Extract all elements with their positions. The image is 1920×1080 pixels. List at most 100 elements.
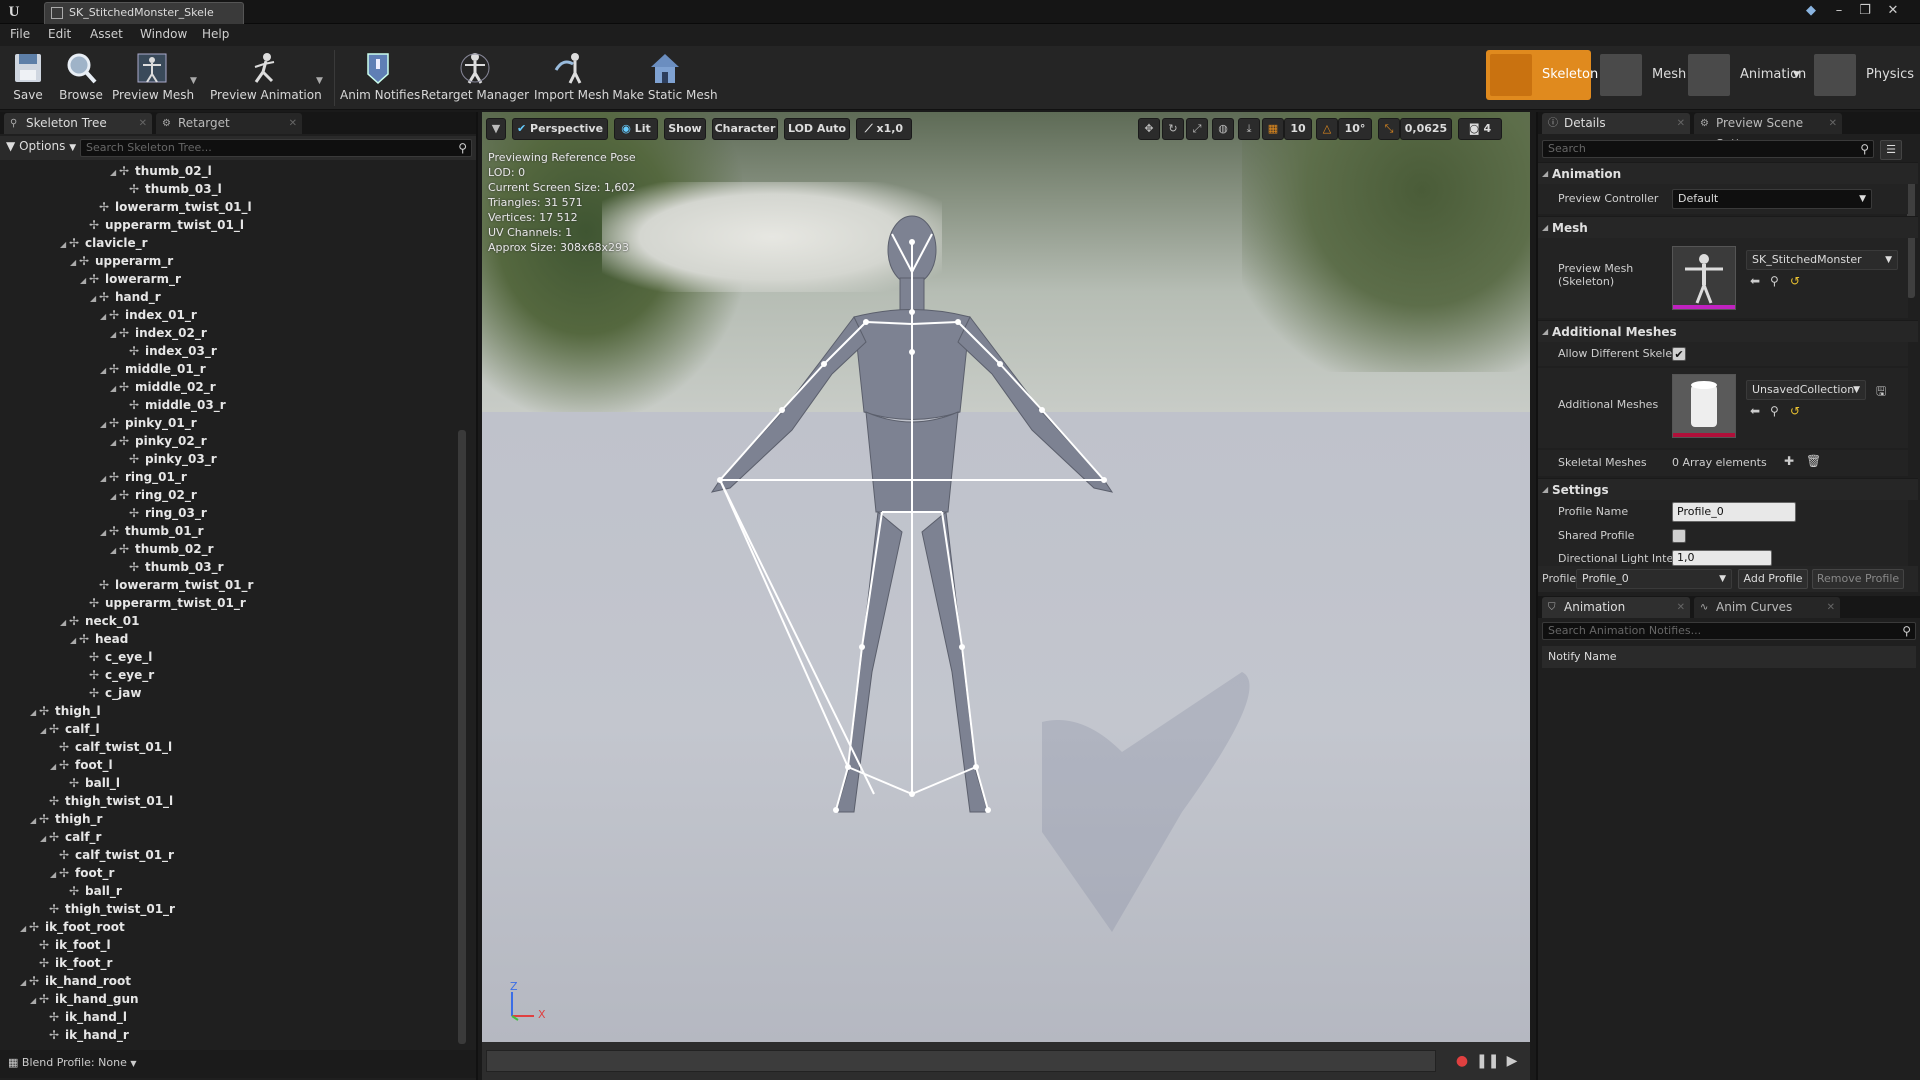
tree-row[interactable]: ✢ index_03_r: [120, 342, 217, 360]
tree-row[interactable]: ✢ ik_hand_l: [40, 1008, 127, 1026]
animation-mode-dropdown-icon[interactable]: ▼: [1793, 50, 1800, 100]
minimize-button[interactable]: –: [1828, 2, 1850, 20]
tree-row[interactable]: ✢ upperarm_twist_01_l: [80, 216, 244, 234]
save-button[interactable]: Save: [8, 48, 48, 108]
menu-edit[interactable]: Edit: [48, 27, 71, 41]
viewport-options-dropdown[interactable]: ▼: [486, 118, 506, 140]
grid-snap-icon[interactable]: ▦: [1262, 118, 1284, 140]
expand-arrow-icon[interactable]: ◢: [40, 722, 49, 740]
add-profile-button[interactable]: Add Profile: [1738, 569, 1808, 589]
reset-default-icon[interactable]: ↺: [1790, 274, 1800, 288]
trash-icon[interactable]: 🗑: [1806, 454, 1821, 468]
expand-arrow-icon[interactable]: ◢: [100, 308, 109, 326]
tree-row[interactable]: ◢ ✢ hand_r: [90, 288, 161, 306]
tree-row[interactable]: ◢ ✢ thigh_r: [30, 810, 102, 828]
translate-mode-icon[interactable]: ✥: [1138, 118, 1160, 140]
expand-arrow-icon[interactable]: ◢: [40, 830, 49, 848]
expand-arrow-icon[interactable]: ◢: [100, 470, 109, 488]
skeleton-tree-search-input[interactable]: Search Skeleton Tree... ⚲: [80, 139, 472, 157]
record-button[interactable]: ●: [1452, 1051, 1472, 1071]
remove-profile-button[interactable]: Remove Profile: [1812, 569, 1904, 589]
maximize-button[interactable]: ❐: [1854, 2, 1876, 20]
show-button[interactable]: Show: [664, 118, 706, 140]
blend-profile-dropdown[interactable]: ▦ Blend Profile: None ▼: [8, 1056, 137, 1069]
use-selected-arrow-icon[interactable]: ⬅: [1750, 274, 1760, 288]
tab-retarget-manager[interactable]: ⚙ Retarget Manager ✕: [156, 113, 302, 151]
browse-magnifier-icon[interactable]: ⚲: [1770, 274, 1779, 288]
tree-row[interactable]: ✢ pinky_03_r: [120, 450, 217, 468]
close-tab-icon[interactable]: ✕: [1677, 113, 1685, 134]
preview-controller-dropdown[interactable]: Default ▼: [1672, 189, 1872, 209]
preview-mesh-dropdown[interactable]: SK_StitchedMonster ▼: [1746, 250, 1898, 270]
preview-mesh-dropdown-icon[interactable]: ▼: [190, 76, 197, 86]
retarget-manager-button[interactable]: Retarget Manager: [420, 48, 530, 108]
tree-row[interactable]: ◢ ✢ thigh_l: [30, 702, 101, 720]
reset-default-icon[interactable]: ↺: [1790, 404, 1800, 418]
tree-row[interactable]: ◢ ✢ ik_hand_root: [20, 972, 131, 990]
expand-arrow-icon[interactable]: ◢: [100, 524, 109, 542]
tree-row[interactable]: ◢ ✢ pinky_02_r: [110, 432, 207, 450]
tree-row[interactable]: ✢ calf_twist_01_r: [50, 846, 174, 864]
camera-speed-button[interactable]: ◙ 4: [1458, 118, 1502, 140]
tree-row[interactable]: ✢ ik_foot_r: [30, 954, 112, 972]
preview-mesh-thumbnail[interactable]: [1672, 246, 1736, 310]
tree-row[interactable]: ✢ ball_r: [60, 882, 122, 900]
browse-magnifier-icon[interactable]: ⚲: [1770, 404, 1779, 418]
expand-arrow-icon[interactable]: ◢: [20, 920, 29, 938]
profile-name-input[interactable]: Profile_0: [1672, 502, 1796, 522]
options-dropdown[interactable]: ▼ Options ▼: [6, 139, 76, 157]
tree-row[interactable]: ✢ c_jaw: [80, 684, 141, 702]
expand-arrow-icon[interactable]: ◢: [100, 362, 109, 380]
tree-row[interactable]: ◢ ✢ ring_01_r: [100, 468, 187, 486]
close-tab-icon[interactable]: ✕: [139, 113, 147, 134]
expand-arrow-icon[interactable]: ◢: [110, 488, 119, 506]
section-settings[interactable]: ◢ Settings: [1538, 478, 1918, 500]
menu-help[interactable]: Help: [202, 27, 229, 41]
menu-file[interactable]: File: [10, 27, 30, 41]
lod-button[interactable]: LOD Auto: [784, 118, 850, 140]
expand-arrow-icon[interactable]: ◢: [60, 236, 69, 254]
menu-window[interactable]: Window: [140, 27, 187, 41]
preview-animation-button[interactable]: Preview Animation: [210, 48, 322, 108]
pause-button[interactable]: ❚❚: [1476, 1051, 1499, 1071]
profile-dropdown[interactable]: Profile_0 ▼: [1576, 569, 1732, 589]
additional-meshes-thumbnail[interactable]: [1672, 374, 1736, 438]
expand-arrow-icon[interactable]: ◢: [110, 434, 119, 452]
tab-animation-notifies[interactable]: ⛉ Animation Notifies ✕: [1542, 597, 1690, 635]
view-options-icon[interactable]: ☰: [1880, 140, 1902, 160]
expand-arrow-icon[interactable]: ◢: [30, 812, 39, 830]
skeleton-tree-scrollbar[interactable]: [458, 430, 466, 1044]
source-control-icon[interactable]: ◆: [1800, 2, 1822, 20]
tree-row[interactable]: ◢ ✢ foot_l: [50, 756, 113, 774]
expand-arrow-icon[interactable]: ◢: [60, 614, 69, 632]
tree-row[interactable]: ✢ lowerarm_twist_01_r: [90, 576, 253, 594]
close-tab-icon[interactable]: ✕: [1827, 597, 1835, 618]
character-preview-mesh[interactable]: [482, 112, 1530, 1042]
tree-row[interactable]: ◢ ✢ index_01_r: [100, 306, 197, 324]
close-window-button[interactable]: ✕: [1882, 2, 1904, 20]
expand-arrow-icon[interactable]: ◢: [90, 290, 99, 308]
tree-row[interactable]: ✢ c_eye_r: [80, 666, 154, 684]
close-tab-icon[interactable]: ✕: [289, 113, 297, 134]
mode-skeleton-button[interactable]: Skeleton: [1486, 50, 1598, 100]
add-element-icon[interactable]: ✚: [1784, 454, 1794, 468]
rotate-mode-icon[interactable]: ↻: [1162, 118, 1184, 140]
section-mesh[interactable]: ◢ Mesh: [1538, 216, 1918, 238]
expand-arrow-icon[interactable]: ◢: [110, 542, 119, 560]
expand-arrow-icon[interactable]: ◢: [70, 632, 79, 650]
world-local-icon[interactable]: ◍: [1212, 118, 1234, 140]
document-tab[interactable]: SK_StitchedMonster_Skele: [44, 2, 244, 24]
make-static-mesh-button[interactable]: Make Static Mesh: [612, 48, 718, 108]
surface-snap-icon[interactable]: ⤓: [1238, 118, 1260, 140]
step-forward-button[interactable]: ▶: [1502, 1051, 1522, 1071]
lit-button[interactable]: ◉ Lit: [614, 118, 658, 140]
section-additional-meshes[interactable]: ◢ Additional Meshes: [1538, 320, 1918, 342]
tree-row[interactable]: ✢ c_eye_l: [80, 648, 152, 666]
tree-row[interactable]: ◢ ✢ lowerarm_r: [80, 270, 181, 288]
tree-row[interactable]: ◢ ✢ head: [70, 630, 128, 648]
tree-row[interactable]: ◢ ✢ thumb_02_r: [110, 540, 214, 558]
menu-asset[interactable]: Asset: [90, 27, 123, 41]
anim-notifies-button[interactable]: Anim Notifies: [340, 48, 420, 108]
tree-row[interactable]: ◢ ✢ upperarm_r: [70, 252, 173, 270]
tab-details[interactable]: ⓘ Details ✕: [1542, 113, 1690, 134]
